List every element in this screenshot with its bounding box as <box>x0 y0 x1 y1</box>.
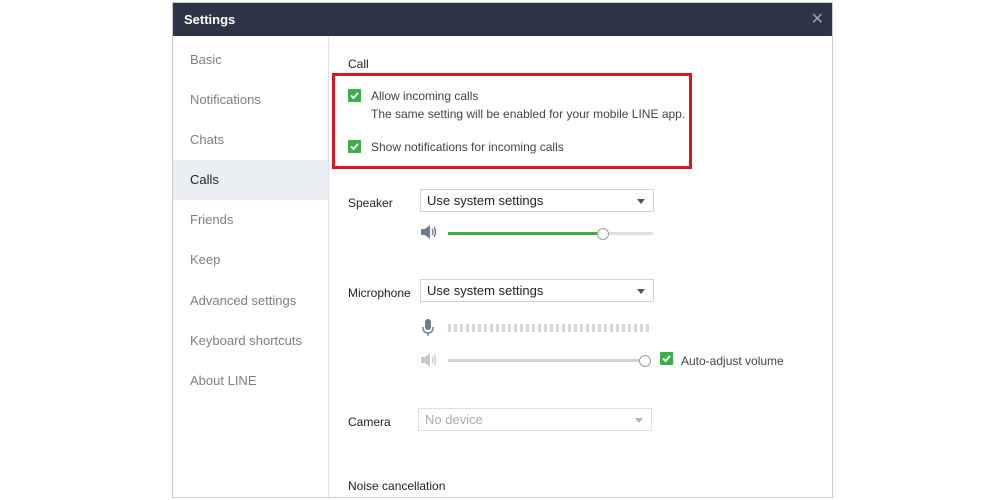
speaker-volume-fill <box>448 232 602 235</box>
title-bar: Settings ✕ <box>173 3 832 36</box>
highlight-box <box>332 73 692 169</box>
sidebar-item-about-line[interactable]: About LINE <box>173 361 328 401</box>
microphone-volume-slider[interactable] <box>448 355 651 367</box>
camera-select: No device <box>418 408 652 431</box>
speaker-select-value: Use system settings <box>427 193 544 208</box>
microphone-select-value: Use system settings <box>427 283 544 298</box>
speaker-icon <box>421 225 437 239</box>
speaker-select[interactable]: Use system settings <box>420 189 654 212</box>
microphone-level-meter <box>448 324 652 332</box>
noise-cancellation-title: Noise cancellation <box>348 479 446 493</box>
microphone-label: Microphone <box>348 286 411 300</box>
call-section-title: Call <box>348 57 369 71</box>
speaker-volume-slider[interactable] <box>448 228 653 240</box>
close-icon[interactable]: ✕ <box>811 9 824 29</box>
chevron-down-icon <box>637 199 645 204</box>
window-title: Settings <box>184 12 236 27</box>
auto-adjust-volume-label: Auto-adjust volume <box>681 354 784 368</box>
sidebar-item-notifications[interactable]: Notifications <box>173 80 328 120</box>
chevron-down-icon <box>637 289 645 294</box>
sidebar-item-chats[interactable]: Chats <box>173 120 328 160</box>
sidebar: Basic Notifications Chats Calls Friends … <box>173 36 329 497</box>
speaker-volume-handle[interactable] <box>596 228 609 240</box>
microphone-select[interactable]: Use system settings <box>420 279 654 302</box>
sidebar-item-friends[interactable]: Friends <box>173 200 328 240</box>
camera-select-value: No device <box>425 412 483 427</box>
checkmark-icon <box>662 355 671 363</box>
microphone-icon <box>422 319 434 336</box>
sidebar-item-calls[interactable]: Calls <box>173 160 328 200</box>
sidebar-item-basic[interactable]: Basic <box>173 40 328 80</box>
sidebar-item-advanced-settings[interactable]: Advanced settings <box>173 281 328 321</box>
microphone-volume-handle[interactable] <box>639 355 651 367</box>
sidebar-item-keyboard-shortcuts[interactable]: Keyboard shortcuts <box>173 321 328 361</box>
auto-adjust-volume-checkbox[interactable] <box>660 352 673 365</box>
speaker-icon <box>421 353 437 367</box>
chevron-down-icon <box>635 418 643 423</box>
camera-label: Camera <box>348 415 391 429</box>
speaker-label: Speaker <box>348 196 393 210</box>
sidebar-item-keep[interactable]: Keep <box>173 240 328 280</box>
